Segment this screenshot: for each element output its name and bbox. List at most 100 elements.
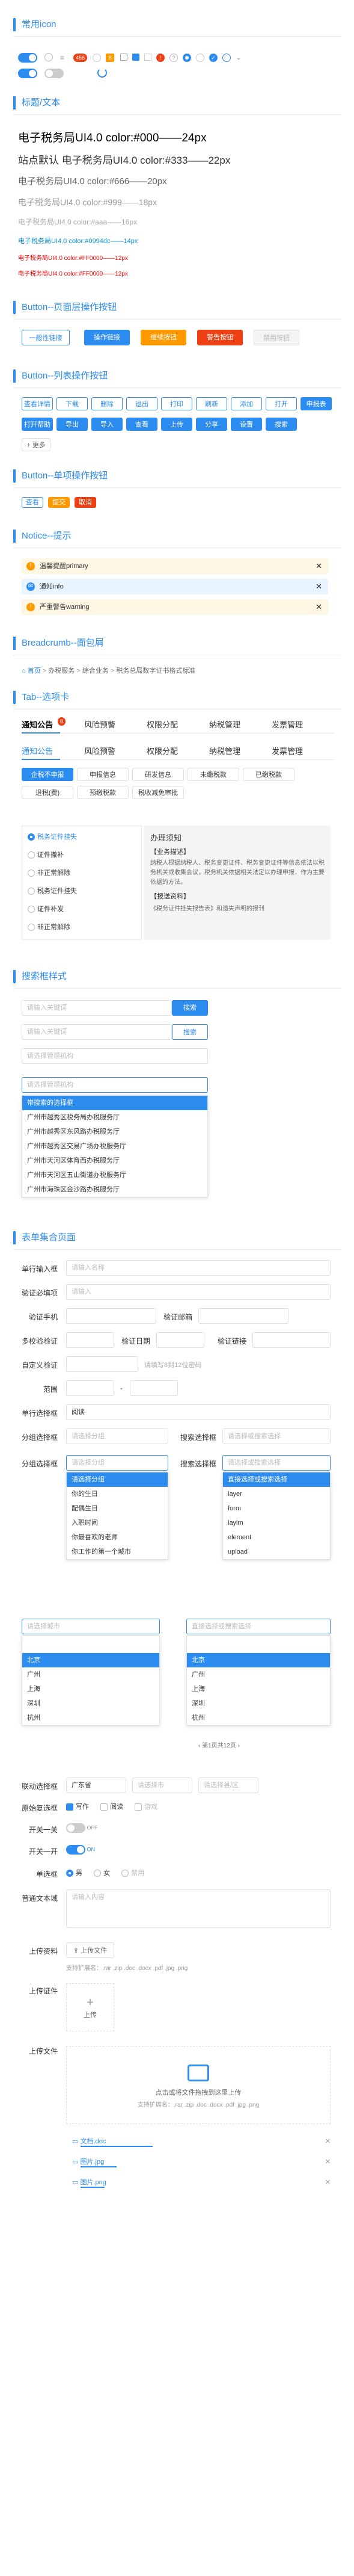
dropdown-option[interactable]: 你工作的第一个城市 [67,1545,168,1559]
list-button[interactable]: 导入 [91,418,123,431]
dropdown-option[interactable]: 北京 [187,1653,330,1667]
dropdown-option[interactable]: element [223,1530,330,1545]
dropdown-option[interactable]: 你最喜欢的老师 [67,1530,168,1545]
tab-item[interactable]: 纳税管理 [209,745,240,756]
list-button[interactable]: 退出 [126,397,157,410]
filter-chip[interactable]: 企税不申报 [22,768,73,781]
dropdown-option[interactable]: 你的生日 [67,1487,168,1501]
tab-item[interactable]: 纳税管理 [209,718,240,730]
radio-checked-icon[interactable] [183,54,191,62]
single-select[interactable]: 阅读 [66,1404,331,1420]
custom-input[interactable] [66,1356,138,1372]
side-list-item[interactable]: 证件补发 [28,904,64,913]
search-select-form[interactable]: 请选择或搜索选择 [222,1429,331,1444]
upload-button[interactable]: ⇪ 上传文件 [66,1942,114,1958]
search-select-open-form[interactable]: 请选择或搜索选择 [222,1455,331,1471]
operate-button[interactable]: 操作链接 [84,330,130,345]
side-list-item[interactable]: 税务证件挂失 [28,832,77,841]
search-button[interactable]: 搜索 [172,1000,208,1016]
checkbox-game[interactable] [135,1803,142,1811]
close-icon[interactable]: ✕ [325,2136,331,2147]
dropdown-option[interactable]: 广州市海珠区金沙路办税服务厅 [22,1182,207,1197]
tab-item[interactable]: 权限分配 [147,718,178,730]
radio-female[interactable] [94,1870,102,1877]
side-list-item[interactable]: 税务证件挂失 [28,886,77,895]
dropdown-option[interactable]: 杭州 [22,1711,159,1725]
dropdown-option[interactable]: layim [223,1516,330,1530]
tab-item[interactable]: 风险预警 [84,718,115,730]
checkbox-writing[interactable] [66,1803,73,1811]
group-select-open[interactable]: 请选择分组 [66,1455,168,1471]
close-icon[interactable]: ✕ [325,2157,331,2167]
continue-button[interactable]: 继续按钮 [141,330,186,345]
link-input[interactable] [252,1332,331,1348]
search-input[interactable]: 请输入关键词 [22,1000,172,1016]
multi-select[interactable]: 请选择城市 [22,1619,160,1634]
dropdown-option[interactable]: 广州市越秀区东风路办税服务厅 [22,1125,207,1139]
file-name[interactable]: 文档.doc [80,2138,106,2145]
side-list-item[interactable]: 非正常解除 [28,868,70,877]
group-select[interactable]: 请选择分组 [66,1429,168,1444]
close-icon[interactable]: ✕ [316,558,322,574]
tab-item[interactable]: 发票管理 [272,745,303,756]
filter-chip[interactable]: 税收减免审批 [132,786,184,799]
close-icon[interactable]: ✕ [316,599,322,615]
dropdown-option[interactable]: 入职时间 [67,1516,168,1530]
file-name[interactable]: 图片.png [80,2179,106,2186]
city-select[interactable]: 请选择市 [132,1778,192,1793]
checkbox-reading[interactable] [100,1803,108,1811]
cancel-button[interactable]: 取消 [75,497,96,508]
verify-input[interactable]: 请输入 [66,1284,331,1300]
search-select[interactable]: 请选择管理机构 [22,1048,208,1064]
dropdown-option[interactable]: layer [223,1487,330,1501]
more-button[interactable]: + 更多 [22,438,50,451]
filter-chip[interactable]: 申报信息 [77,768,129,781]
range-start[interactable] [66,1380,114,1396]
tab-item[interactable]: 通知公告 [22,745,53,756]
list-button[interactable]: 导出 [56,418,88,431]
checkbox-icon[interactable] [120,54,127,61]
submit-button[interactable]: 提交 [48,497,70,508]
switch-off-icon[interactable] [44,69,64,78]
filter-chip[interactable]: 研发信息 [132,768,184,781]
list-button[interactable]: 添加 [231,397,262,410]
filter-chip[interactable]: 未缴税款 [188,768,239,781]
file-name[interactable]: 图片.jpg [80,2158,104,2166]
list-button[interactable]: 打开帮助 [22,418,53,431]
list-button[interactable]: 查看 [126,418,157,431]
warning-button[interactable]: 警告按钮 [197,330,243,345]
breadcrumb-item[interactable]: 首页 [28,667,41,675]
list-button[interactable]: 设置 [231,418,262,431]
list-button[interactable]: 刷新 [196,397,227,410]
range-end[interactable] [130,1380,178,1396]
search-button-2[interactable]: 搜索 [172,1024,208,1040]
tab-item[interactable]: 通知公告 [22,718,53,730]
dropdown-option[interactable]: 配偶生日 [67,1501,168,1516]
multi-select-2[interactable]: 直接选择或搜索选择 [186,1619,331,1634]
dropdown-option[interactable]: 上海 [187,1682,330,1696]
side-list-item[interactable]: 非正常解除 [28,922,70,931]
dropdown-option[interactable]: 请选择分组 [67,1472,168,1487]
menu-icon[interactable]: ≡ [60,54,64,62]
dropdown-option[interactable]: 广州市越秀区税务局办税服务厅 [22,1110,207,1125]
dropdown-option[interactable]: 北京 [22,1653,159,1667]
switch-on-icon[interactable] [18,69,37,78]
tab-item[interactable]: 发票管理 [272,718,303,730]
single-input[interactable]: 请输入名称 [66,1260,331,1276]
breadcrumb-item[interactable]: 综合业务 [82,667,109,675]
search-select-open[interactable]: 请选择管理机构 [22,1077,208,1093]
switch-off[interactable]: OFF [66,1823,98,1833]
list-button[interactable]: 下载 [56,397,88,410]
district-select[interactable]: 请选择县/区 [198,1778,258,1793]
link-button[interactable]: 一般性链接 [22,330,70,345]
search-input-2[interactable]: 请输入关键词 [22,1024,172,1040]
dropzone[interactable]: 点击或将文件拖拽到这里上传 支持扩展名：.rar .zip .doc .docx… [66,2046,331,2124]
list-button[interactable]: 上传 [161,418,192,431]
chevron-down-icon[interactable]: ⌄ [236,53,242,61]
view-button[interactable]: 查看 [22,497,43,508]
switch-off-toggle[interactable] [66,1823,85,1833]
close-icon[interactable]: ✕ [325,2177,331,2188]
filter-chip[interactable]: 已缴税款 [243,768,294,781]
switch-on-toggle[interactable] [66,1845,85,1855]
x-icon[interactable]: 8 [106,54,114,62]
